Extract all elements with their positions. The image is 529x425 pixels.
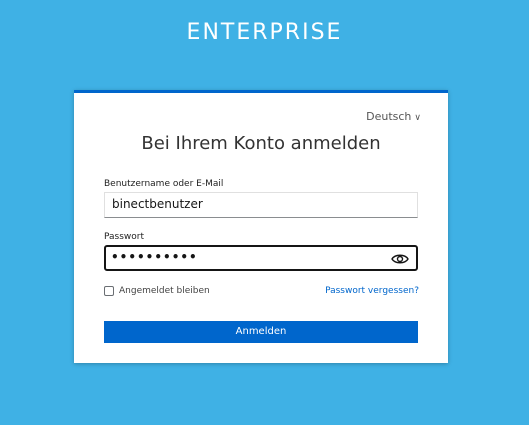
language-selector[interactable]: Deutsch ∨ <box>366 110 421 123</box>
chevron-down-icon: ∨ <box>414 113 421 123</box>
forgot-password-link[interactable]: Passwort vergessen? <box>325 286 419 296</box>
username-label: Benutzername oder E-Mail <box>104 179 224 189</box>
password-field[interactable]: •••••••••• <box>104 245 418 271</box>
eye-icon[interactable] <box>391 251 409 267</box>
username-value: binectbenutzer <box>112 197 203 211</box>
login-card: Deutsch ∨ Bei Ihrem Konto anmelden Benutz… <box>74 90 448 363</box>
username-field[interactable]: binectbenutzer <box>104 192 418 218</box>
remember-me[interactable]: Angemeldet bleiben <box>104 286 210 296</box>
page-title: Bei Ihrem Konto anmelden <box>141 133 381 154</box>
language-label: Deutsch <box>366 110 412 123</box>
login-button[interactable]: Anmelden <box>104 321 418 343</box>
password-value: •••••••••• <box>111 250 198 264</box>
remember-checkbox[interactable] <box>104 286 114 296</box>
brand-header: ENTERPRISE <box>186 20 343 45</box>
remember-label: Angemeldet bleiben <box>119 286 210 296</box>
password-label: Passwort <box>104 232 145 242</box>
